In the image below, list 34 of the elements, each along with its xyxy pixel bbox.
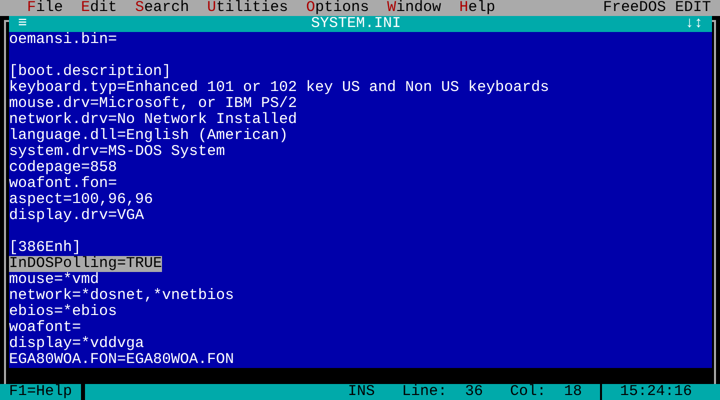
menu-item[interactable]: Window <box>387 0 442 16</box>
menu-item[interactable]: Utilities <box>207 0 288 16</box>
text-line: ebios=*ebios <box>9 304 118 320</box>
clock: 15:24:16 <box>619 384 694 400</box>
text-line: display.drv=VGA <box>9 208 144 224</box>
line-number: 36 <box>464 384 483 400</box>
text-line: woafont= <box>9 320 82 336</box>
menu-item[interactable]: Edit <box>81 0 118 16</box>
window-title: SYSTEM.INI <box>310 16 402 32</box>
text-line: woafont.fon= <box>9 176 118 192</box>
help-hint: F1=Help <box>0 384 85 400</box>
column-number: 18 <box>564 384 582 400</box>
line-label: Line: <box>402 384 447 400</box>
text-line: network=*dosnet,*vnetbios <box>9 288 234 304</box>
text-line: network.drv=No Network Installed <box>9 112 298 128</box>
insert-mode: INS <box>348 384 375 400</box>
text-line: mouse=*vmd <box>9 272 100 288</box>
text-line: oemansi.bin= <box>9 32 118 48</box>
text-line: codepage=858 <box>9 160 118 176</box>
menu-item[interactable]: Options <box>306 0 370 16</box>
text-line: display=*vddvga <box>9 336 144 352</box>
text-line: keyboard.typ=Enhanced 101 or 102 key US and Non US keyboards <box>9 80 550 96</box>
menu-item[interactable]: Search <box>135 0 190 16</box>
column-label: Col: <box>510 384 546 400</box>
text-line: mouse.drv=Microsoft, or IBM PS/2 <box>9 96 298 112</box>
text-line: [386Enh] <box>9 240 82 256</box>
text-line: EGA80WOA.FON=EGA80WOA.FON <box>9 352 234 368</box>
text-line: [boot.description] <box>9 64 172 80</box>
app-name: FreeDOS EDIT <box>602 0 711 16</box>
menu-item[interactable]: Help <box>459 0 496 16</box>
text-line: system.drv=MS-DOS System <box>9 144 226 160</box>
menu-item[interactable]: File <box>27 0 64 16</box>
text-line: language.dll=English (American) <box>9 128 288 144</box>
text-line: aspect=100,96,96 <box>9 192 154 208</box>
